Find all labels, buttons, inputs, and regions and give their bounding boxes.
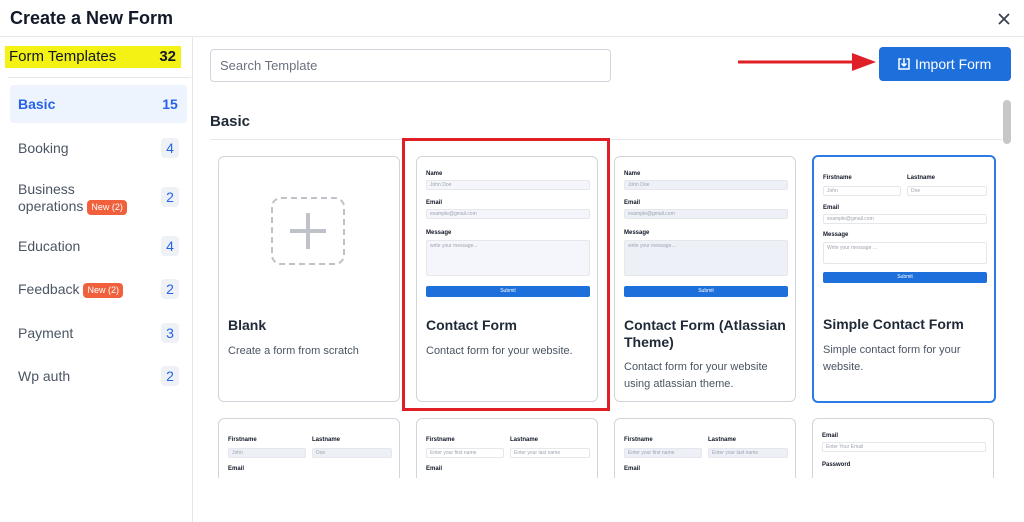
preview-input: Enter your first name bbox=[624, 448, 702, 458]
sidebar-divider bbox=[8, 77, 191, 78]
sidebar-item-basic[interactable]: Basic 15 bbox=[10, 85, 187, 123]
sidebar-item-payment[interactable]: Payment 3 bbox=[10, 316, 187, 350]
preview-input: John Doe bbox=[624, 180, 788, 190]
template-card-simple-contact-form[interactable]: Firstname Lastname John Doe Email exampl… bbox=[812, 155, 996, 403]
preview-submit: Submit bbox=[426, 286, 590, 297]
sidebar-item-label: Feedback New (2) bbox=[18, 281, 123, 298]
preview-label: Lastname bbox=[708, 437, 737, 443]
sidebar-item-label: Payment bbox=[18, 325, 74, 341]
card-description: Contact form for your website using atla… bbox=[624, 361, 768, 390]
preview-label: Name bbox=[426, 171, 443, 177]
sidebar-item-count: 2 bbox=[161, 187, 179, 207]
sidebar-item-label: Education bbox=[18, 238, 81, 254]
modal-title: Create a New Form bbox=[10, 8, 174, 28]
new-badge: New (2) bbox=[83, 282, 123, 298]
preview-label: Email bbox=[228, 466, 245, 472]
preview-input: example@gmail.com bbox=[823, 214, 987, 224]
template-card-row2-3[interactable]: Firstname Lastname Enter your first name… bbox=[614, 418, 796, 478]
card-description: Simple contact form for your website. bbox=[823, 344, 961, 373]
preview-label: Firstname bbox=[426, 437, 455, 443]
card-title: Contact Form (Atlassian Theme) bbox=[624, 317, 786, 350]
preview-label: Email bbox=[426, 200, 443, 206]
sidebar-item-feedback[interactable]: Feedback New (2) 2 bbox=[10, 272, 187, 306]
card-title: Blank bbox=[228, 317, 267, 333]
preview-input: Enter your first name bbox=[426, 448, 504, 458]
preview-input: Enter your last name bbox=[510, 448, 590, 458]
sidebar-item-label: Business bbox=[18, 181, 75, 197]
search-input[interactable] bbox=[210, 49, 611, 82]
preview-input: Enter your last name bbox=[708, 448, 788, 458]
template-card-row2-4[interactable]: Email Enter Your Email Password bbox=[812, 418, 994, 478]
preview-label: Name bbox=[624, 171, 641, 177]
section-title: Basic bbox=[210, 113, 251, 130]
import-icon bbox=[898, 58, 910, 70]
section-divider bbox=[210, 139, 1010, 140]
preview-submit: Submit bbox=[624, 286, 788, 297]
preview-label: Message bbox=[426, 230, 452, 236]
preview-label: Lastname bbox=[312, 437, 341, 443]
preview-submit: Submit bbox=[823, 272, 987, 283]
template-card-blank[interactable]: Blank Create a form from scratch bbox=[218, 156, 400, 402]
sidebar-item-count: 4 bbox=[161, 138, 179, 158]
template-card-contact-form-atlassian[interactable]: Name John Doe Email example@gmail.com Me… bbox=[614, 156, 796, 402]
preview-input: example@gmail.com bbox=[624, 209, 788, 219]
scrollbar-thumb[interactable] bbox=[1003, 100, 1011, 144]
preview-label: Message bbox=[624, 230, 650, 236]
preview-input: John bbox=[823, 186, 901, 196]
preview-label: Firstname bbox=[624, 437, 653, 443]
form-templates-label: Form Templates bbox=[9, 48, 117, 65]
sidebar-item-label-line2: operations New (2) bbox=[18, 198, 127, 215]
preview-label: Lastname bbox=[510, 437, 539, 443]
preview-input: John bbox=[228, 448, 306, 458]
card-description: Create a form from scratch bbox=[228, 345, 359, 357]
sidebar-item-count: 3 bbox=[161, 323, 179, 343]
preview-label: Lastname bbox=[907, 175, 936, 181]
sidebar-item-label: Basic bbox=[18, 96, 56, 112]
card-title: Simple Contact Form bbox=[823, 316, 964, 332]
plus-icon bbox=[271, 197, 345, 265]
sidebar-item-booking[interactable]: Booking 4 bbox=[10, 131, 187, 165]
preview-input: John Doe bbox=[426, 180, 590, 190]
sidebar-item-label: Wp auth bbox=[18, 368, 71, 384]
preview-label: Email bbox=[624, 466, 641, 472]
sidebar-item-count: 15 bbox=[162, 96, 178, 112]
card-title: Contact Form bbox=[426, 317, 517, 333]
preview-label: Email bbox=[426, 466, 443, 472]
new-badge: New (2) bbox=[87, 199, 127, 215]
sidebar-item-education[interactable]: Education 4 bbox=[10, 229, 187, 263]
form-templates-count: 32 bbox=[159, 48, 176, 65]
sidebar-item-wp-auth[interactable]: Wp auth 2 bbox=[10, 359, 187, 393]
template-sidebar: Form Templates 32 Basic 15 Booking 4 Bus… bbox=[0, 37, 193, 522]
form-templates-heading: Form Templates 32 bbox=[5, 46, 181, 68]
preview-label: Email bbox=[822, 433, 839, 439]
template-card-contact-form[interactable]: Name John Doe Email example@gmail.com Me… bbox=[416, 156, 598, 402]
preview-input: Doe bbox=[907, 186, 987, 196]
import-form-label: Import Form bbox=[915, 56, 992, 72]
template-card-row2-1[interactable]: Firstname Lastname John Doe Email bbox=[218, 418, 400, 478]
preview-label: Password bbox=[822, 462, 851, 468]
sidebar-item-count: 4 bbox=[161, 236, 179, 256]
template-card-row2-2[interactable]: Firstname Lastname Enter your first name… bbox=[416, 418, 598, 478]
card-description: Contact form for your website. bbox=[426, 345, 573, 357]
preview-textarea: write your message... bbox=[426, 240, 590, 276]
preview-textarea: Write your message ... bbox=[823, 242, 987, 264]
sidebar-item-business-operations[interactable]: Business operations New (2) 2 bbox=[10, 177, 187, 219]
preview-label: Email bbox=[823, 205, 840, 211]
sidebar-item-count: 2 bbox=[161, 279, 179, 299]
close-icon[interactable] bbox=[994, 9, 1014, 29]
preview-input: Enter Your Email bbox=[822, 442, 986, 452]
preview-label: Firstname bbox=[228, 437, 257, 443]
preview-input: Doe bbox=[312, 448, 392, 458]
preview-label: Email bbox=[624, 200, 641, 206]
arrow-annotation-icon bbox=[738, 53, 876, 71]
import-form-button[interactable]: Import Form bbox=[879, 47, 1011, 81]
sidebar-item-count: 2 bbox=[161, 366, 179, 386]
preview-label: Firstname bbox=[823, 175, 852, 181]
preview-textarea: write your message... bbox=[624, 240, 788, 276]
preview-label: Message bbox=[823, 232, 849, 238]
preview-input: example@gmail.com bbox=[426, 209, 590, 219]
sidebar-item-label: Booking bbox=[18, 140, 69, 156]
modal-header: Create a New Form bbox=[0, 0, 1024, 37]
